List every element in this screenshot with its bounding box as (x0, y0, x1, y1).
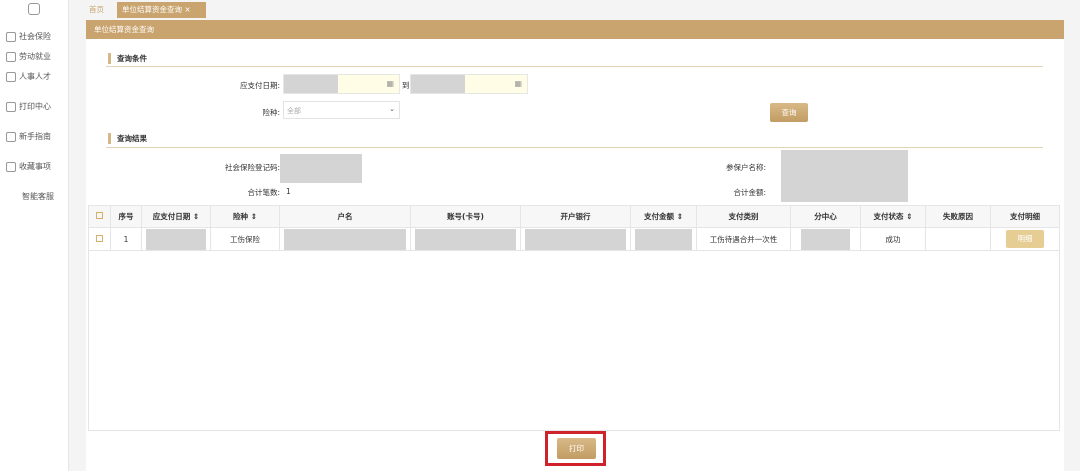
amount-label: 合计金额: (733, 188, 766, 197)
type-label: 险种: (262, 108, 280, 117)
reg-code-value-redacted (280, 154, 362, 183)
row-index: 1 (110, 227, 142, 251)
date-label: 应支付日期: (239, 81, 280, 90)
divider (106, 66, 1043, 67)
worker-icon (6, 51, 16, 62)
col-center: 分中心 (790, 205, 861, 228)
col-type[interactable]: 险种 ⇕ (210, 205, 280, 228)
printer-icon (6, 101, 16, 112)
col-name: 户名 (279, 205, 411, 228)
chevron-down-icon: ⌄ (389, 105, 395, 113)
sidebar: 社会保险 劳动就业 人事人才 打印中心 新手指南 收藏事项 智能客服 (0, 0, 69, 471)
row-type: 工伤保险 (210, 227, 280, 251)
reg-code-label: 社会保险登记码: (224, 163, 280, 172)
start-date-input[interactable]: ▦ (283, 74, 400, 94)
redacted-cell (520, 227, 631, 251)
col-category: 支付类别 (696, 205, 791, 228)
col-due-date[interactable]: 应支付日期 ⇕ (141, 205, 211, 228)
row-detail-cell: 明细 (990, 227, 1060, 251)
search-button[interactable]: 查询 (770, 103, 808, 122)
star-icon (6, 161, 16, 172)
sidebar-item-social-insurance[interactable]: 社会保险 (6, 31, 51, 42)
sidebar-item-guide[interactable]: 新手指南 (6, 131, 51, 142)
table-header-row: 序号 应支付日期 ⇕ 险种 ⇕ 户名 账号(卡号) 开户银行 支付金额 ⇕ 支付… (88, 205, 1060, 228)
calendar-icon[interactable]: ▦ (514, 79, 522, 88)
count-value: 1 (286, 187, 291, 196)
col-index: 序号 (110, 205, 142, 228)
result-section-title: 查询结果 (108, 133, 147, 144)
person-icon (6, 71, 16, 82)
insurance-type-select[interactable]: 全部 ⌄ (283, 101, 400, 119)
col-bank: 开户银行 (520, 205, 631, 228)
guide-icon (6, 131, 16, 142)
tab-active[interactable]: 单位结算资金查询 × (117, 2, 206, 18)
count-label: 合计笔数: (247, 188, 280, 197)
insured-name-label: 参保户名称: (725, 163, 766, 172)
col-status[interactable]: 支付状态 ⇕ (860, 205, 926, 228)
close-icon[interactable]: × (184, 5, 190, 14)
col-amount[interactable]: 支付金额 ⇕ (630, 205, 697, 228)
table-row: 1 工伤保险 工伤待遇合并一次性 成功 明细 (88, 227, 1060, 251)
divider (106, 147, 1043, 148)
col-detail: 支付明细 (990, 205, 1060, 228)
row-status: 成功 (860, 227, 926, 251)
shield-icon (6, 31, 16, 42)
sidebar-item-hr[interactable]: 人事人才 (6, 71, 51, 82)
sidebar-item-favorites[interactable]: 收藏事项 (6, 161, 51, 172)
query-section-title: 查询条件 (108, 53, 147, 64)
redacted-cell (141, 227, 211, 251)
insured-name-value-redacted (781, 150, 908, 202)
redacted-cell (790, 227, 861, 251)
sidebar-item-print-center[interactable]: 打印中心 (6, 101, 51, 112)
redacted-cell (630, 227, 697, 251)
sidebar-item-support[interactable]: 智能客服 (22, 191, 54, 202)
select-all-checkbox[interactable] (88, 205, 111, 228)
page-title: 单位结算资金查询 (86, 20, 1064, 39)
col-account: 账号(卡号) (410, 205, 521, 228)
row-category: 工伤待遇合并一次性 (696, 227, 791, 251)
redacted-cell (410, 227, 521, 251)
row-checkbox[interactable] (88, 227, 111, 251)
redacted-cell (279, 227, 411, 251)
col-fail-reason: 失败原因 (925, 205, 991, 228)
to-label: 到 (402, 81, 410, 90)
row-fail-reason (925, 227, 991, 251)
detail-button[interactable]: 明细 (1006, 230, 1044, 248)
print-button[interactable]: 打印 (557, 438, 596, 459)
end-date-input[interactable]: ▦ (410, 74, 528, 94)
sidebar-item-employment[interactable]: 劳动就业 (6, 51, 51, 62)
results-table: 序号 应支付日期 ⇕ 险种 ⇕ 户名 账号(卡号) 开户银行 支付金额 ⇕ 支付… (88, 205, 1060, 251)
apps-icon[interactable] (28, 3, 40, 15)
calendar-icon[interactable]: ▦ (386, 79, 394, 88)
tab-home[interactable]: 首页 (84, 2, 109, 18)
